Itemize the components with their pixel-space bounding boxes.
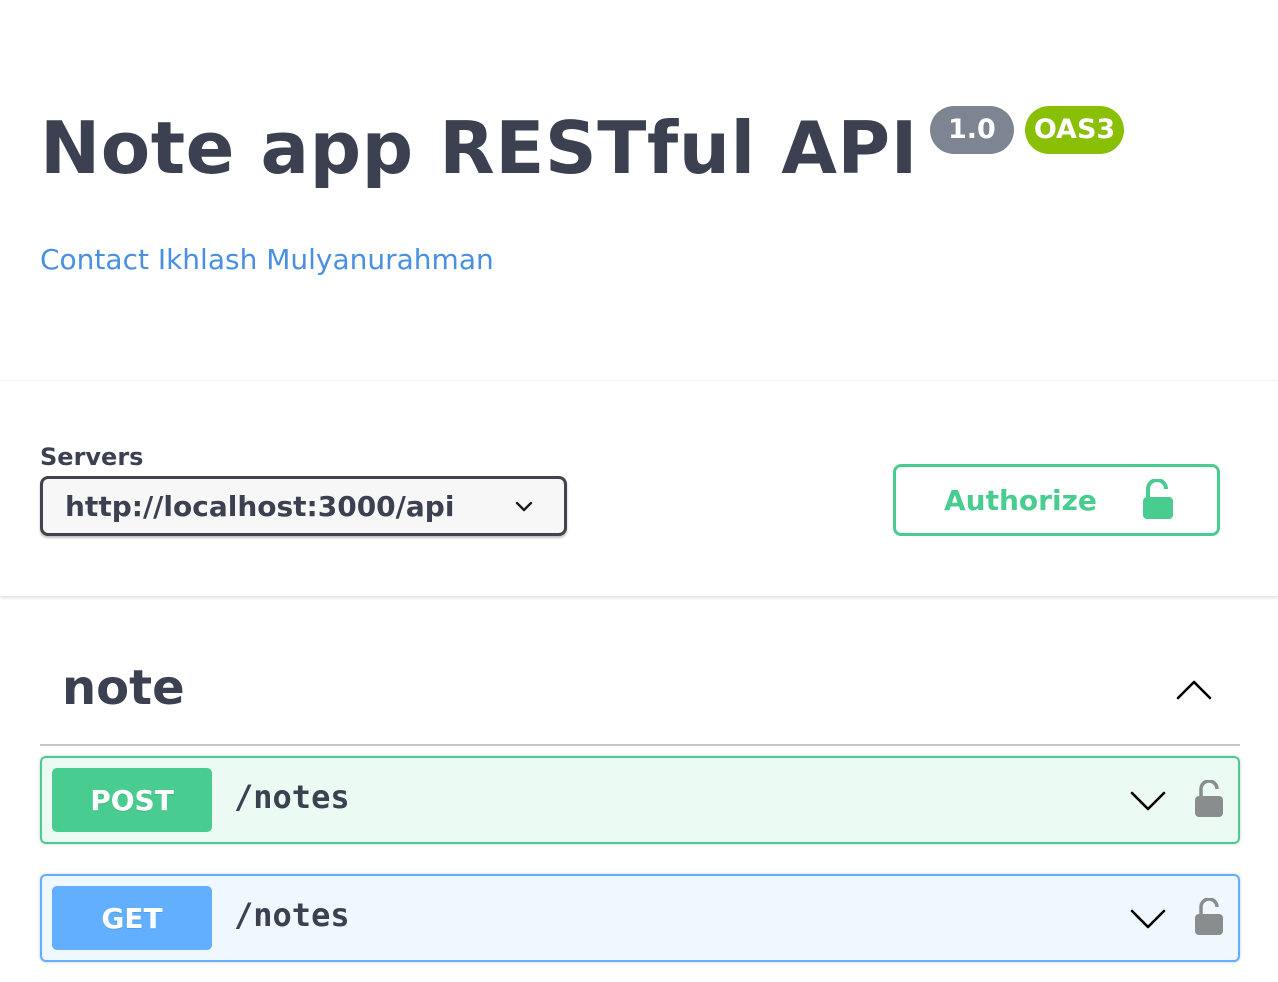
title-row: Note app RESTful API 1.0 OAS3 — [40, 100, 1240, 196]
badges: 1.0 OAS3 — [929, 106, 1125, 154]
oas-badge: OAS3 — [1024, 106, 1125, 154]
contact-link[interactable]: Contact Ikhlash Mulyanurahman — [40, 238, 494, 282]
method-badge-post: POST — [52, 768, 212, 832]
authorize-button[interactable]: Authorize — [893, 464, 1220, 536]
operation-post-notes[interactable]: POST /notes — [40, 756, 1240, 844]
unlocked-lock-icon[interactable] — [1194, 898, 1224, 936]
chevron-down-icon[interactable] — [1130, 790, 1166, 812]
operation-path: /notes — [234, 896, 350, 934]
tag-name: note — [62, 660, 185, 716]
version-badge: 1.0 — [929, 106, 1014, 154]
operation-path: /notes — [234, 778, 350, 816]
unlocked-lock-icon[interactable] — [1194, 780, 1224, 818]
chevron-down-icon[interactable] — [1130, 908, 1166, 930]
server-select[interactable]: http://localhost:3000/api — [40, 476, 567, 536]
chevron-up-icon[interactable] — [1176, 678, 1212, 702]
authorize-label: Authorize — [944, 483, 1097, 517]
operation-get-notes[interactable]: GET /notes — [40, 874, 1240, 962]
api-info: Note app RESTful API 1.0 OAS3 — [40, 100, 1240, 196]
chevron-down-icon — [515, 501, 533, 512]
api-title: Note app RESTful API — [40, 106, 918, 190]
server-select-value: http://localhost:3000/api — [65, 489, 455, 523]
method-badge-get: GET — [52, 886, 212, 950]
scheme-container: Servers http://localhost:3000/api Author… — [0, 380, 1278, 596]
unlocked-lock-icon — [1143, 479, 1173, 519]
tag-section-header[interactable]: note — [40, 650, 1240, 746]
servers-label: Servers — [40, 443, 144, 471]
